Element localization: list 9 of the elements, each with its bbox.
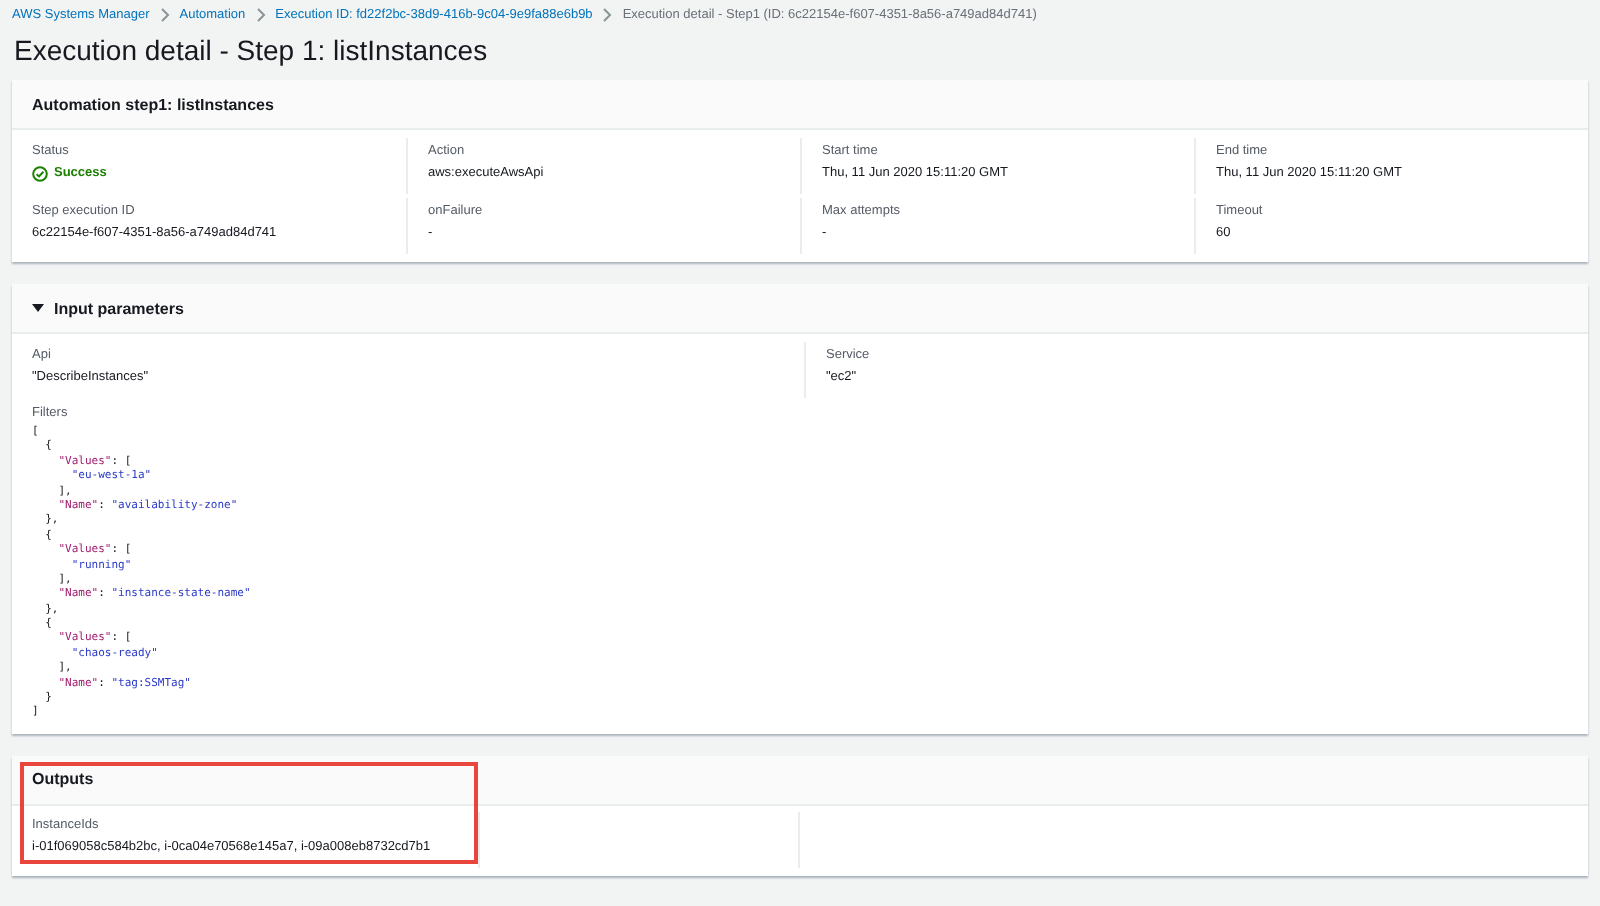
panel-title: Outputs <box>32 770 94 789</box>
caret-icon <box>32 302 44 314</box>
section-toggle[interactable]: Input parameters <box>32 299 184 317</box>
panel-title: Automation step1: listInstances <box>32 95 274 113</box>
check-circle-icon <box>32 166 48 182</box>
chevron-icon <box>255 8 266 22</box>
chevron-icon <box>602 8 613 22</box>
chevron-icon <box>159 8 170 22</box>
page-title: Execution detail - Step 1: listInstances <box>14 34 490 68</box>
